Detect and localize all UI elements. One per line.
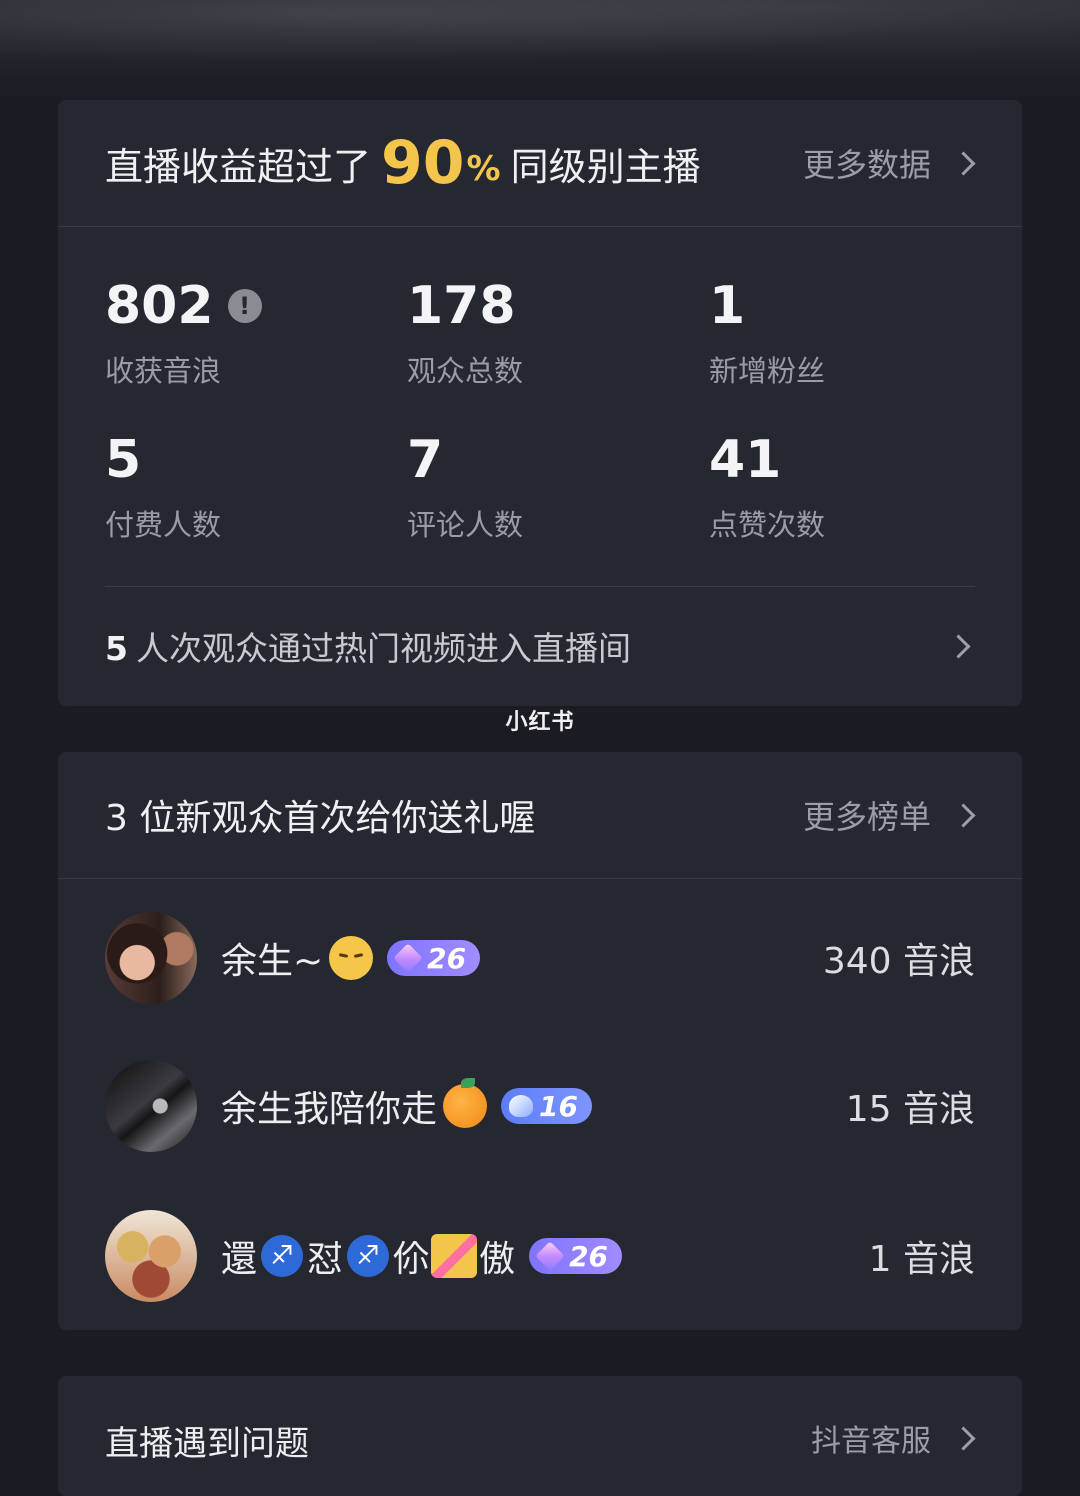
revenue-title-suffix: 同级别主播: [510, 144, 701, 189]
blurred-top-background: [0, 0, 1080, 100]
gifter-row[interactable]: 余生我陪你走 16 15 音浪: [105, 1060, 975, 1152]
avatar[interactable]: [105, 1060, 197, 1152]
level-value: 26: [569, 1239, 609, 1273]
new-gifters-card: 3 位新观众首次给你送礼喔 更多榜单 余生~ 26 340 音浪 余生我陪你走 …: [58, 752, 1022, 1330]
stat-label: 评论人数: [407, 508, 524, 542]
level-value: 26: [427, 941, 467, 975]
chevron-right-icon: [951, 1425, 976, 1451]
pensive-face-icon: [329, 936, 374, 980]
gifter-name: 余生~: [221, 932, 374, 984]
watermark: 小红书: [505, 710, 575, 735]
hot-video-count: 5: [105, 629, 128, 668]
gifter-name-part: 伱: [393, 1239, 430, 1280]
stat-value: 1: [709, 276, 746, 336]
stat-value: 7: [407, 430, 444, 490]
stat-label: 新增粉丝: [709, 354, 826, 388]
avatar[interactable]: [105, 912, 197, 1004]
sagittarius-icon: ♐: [261, 1235, 304, 1277]
stat-paying-users: 5 付费人数: [105, 430, 405, 544]
tangerine-icon: [443, 1078, 488, 1128]
level-badge: 26: [387, 940, 481, 976]
chevron-right-icon: [951, 802, 976, 828]
stat-new-followers: 1 新增粉丝: [709, 276, 1009, 390]
gem-icon: [393, 943, 423, 973]
gifter-row[interactable]: 余生~ 26 340 音浪: [105, 912, 975, 1004]
avatar[interactable]: [105, 1210, 197, 1302]
gifter-name-part: 怼: [307, 1239, 344, 1280]
stat-likes: 41 点赞次数: [709, 430, 1009, 544]
stat-value: 178: [407, 276, 516, 336]
revenue-card-header: 直播收益超过了 90 % 同级别主播 更多数据: [58, 100, 1022, 227]
gift-amount: 15 音浪: [845, 1089, 975, 1130]
customer-service-label: 抖音客服: [811, 1424, 931, 1459]
chevron-right-icon: [946, 633, 971, 659]
more-data-link[interactable]: 更多数据: [802, 100, 976, 226]
chevron-right-icon: [951, 150, 976, 176]
revenue-title: 直播收益超过了 90 % 同级别主播: [105, 100, 701, 226]
percent-sign: %: [466, 149, 501, 189]
stat-label: 付费人数: [105, 508, 222, 542]
stat-label: 点赞次数: [709, 508, 826, 542]
gifter-name-text: 余生我陪你走: [221, 1089, 438, 1130]
level-value: 16: [539, 1089, 578, 1123]
stat-commenters: 7 评论人数: [407, 430, 707, 544]
gifter-name: 還 ♐ 怼 ♐ 伱 傲: [221, 1230, 515, 1282]
more-rankings-label: 更多榜单: [802, 798, 931, 836]
gifters-card-header: 3 位新观众首次给你送礼喔 更多榜单: [58, 752, 1022, 879]
info-icon[interactable]: !: [227, 289, 262, 323]
couple-with-heart-icon: [431, 1234, 478, 1278]
stat-value: 41: [709, 430, 782, 490]
live-issue-card[interactable]: 直播遇到问题 抖音客服: [58, 1376, 1022, 1496]
crown-gem-icon: [509, 1095, 534, 1117]
more-data-label: 更多数据: [802, 146, 931, 184]
sagittarius-icon: ♐: [347, 1235, 390, 1277]
gifter-name-text: 余生~: [221, 941, 324, 982]
live-issue-title: 直播遇到问题: [105, 1424, 309, 1464]
gifter-name-part: 傲: [479, 1239, 516, 1280]
stat-sound-waves[interactable]: 802 ! 收获音浪: [105, 276, 405, 390]
hot-video-entry-row[interactable]: 5 人次观众通过热门视频进入直播间: [105, 587, 975, 705]
revenue-title-prefix: 直播收益超过了: [105, 144, 372, 189]
level-badge: 16: [501, 1088, 592, 1124]
gifter-name: 余生我陪你走: [221, 1078, 488, 1132]
gifters-title: 3 位新观众首次给你送礼喔: [105, 798, 536, 839]
hot-video-text: 5 人次观众通过热门视频进入直播间: [105, 622, 631, 670]
stat-total-viewers: 178 观众总数: [407, 276, 707, 390]
more-rankings-link[interactable]: 更多榜单: [802, 752, 976, 878]
hot-video-description: 人次观众通过热门视频进入直播间: [135, 629, 631, 668]
gift-amount: 340 音浪: [822, 941, 975, 982]
customer-service-link[interactable]: 抖音客服: [811, 1416, 976, 1460]
revenue-stats-card: 直播收益超过了 90 % 同级别主播 更多数据 802 ! 收获音浪 178 观…: [58, 100, 1022, 706]
stat-label: 观众总数: [407, 354, 524, 388]
gem-icon: [535, 1241, 565, 1271]
percent-value: 90: [381, 128, 465, 198]
stat-value: 802: [105, 276, 214, 336]
stat-value: 5: [105, 430, 142, 490]
stat-label: 收获音浪: [105, 354, 222, 388]
gifter-row[interactable]: 還 ♐ 怼 ♐ 伱 傲 26 1 音浪: [105, 1210, 975, 1302]
gift-amount: 1 音浪: [868, 1239, 975, 1280]
level-badge: 26: [529, 1238, 623, 1274]
gifter-name-part: 還: [221, 1239, 258, 1280]
